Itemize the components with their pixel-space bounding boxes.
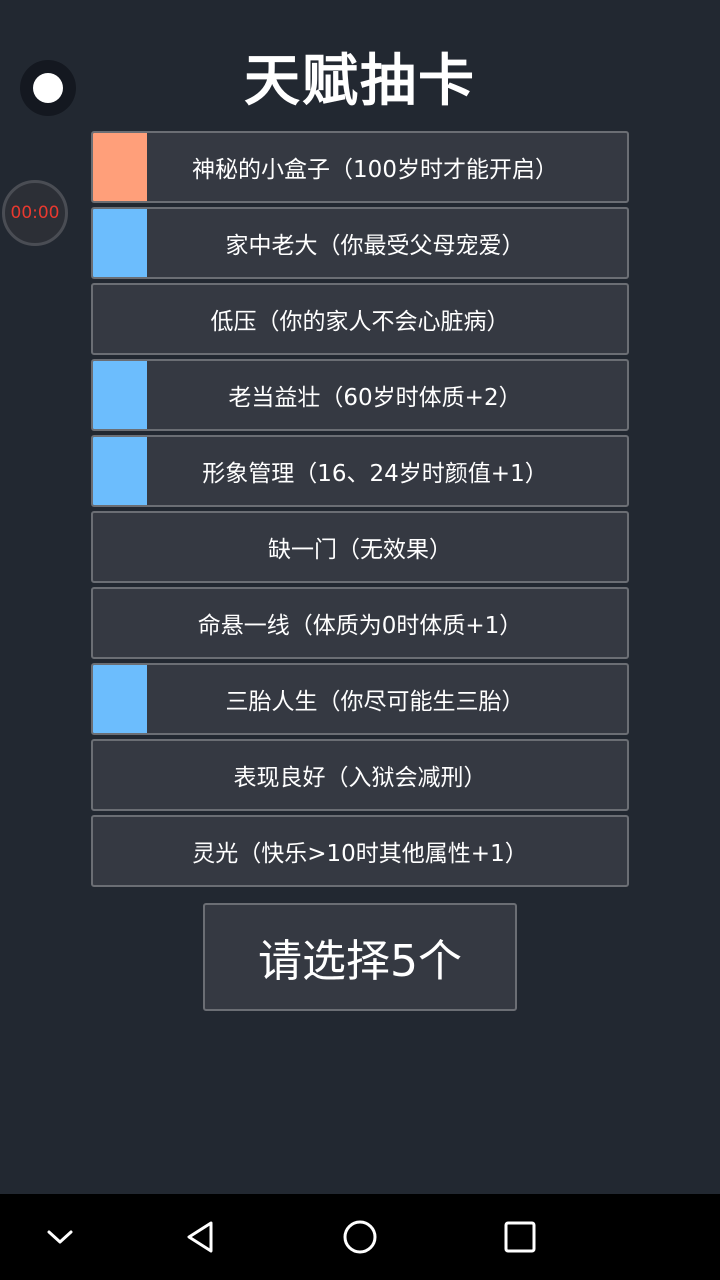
confirm-label: 请选择5个 <box>258 936 462 987</box>
talent-card-label: 形象管理（16、24岁时颜值+1） <box>202 461 548 487</box>
talent-card[interactable]: 家中老大（你最受父母宠爱） <box>91 207 629 279</box>
card-color-marker <box>93 209 147 277</box>
card-color-marker <box>93 437 147 505</box>
card-color-marker <box>93 361 147 429</box>
card-color-marker <box>93 133 147 201</box>
chevron-down-icon[interactable] <box>20 1194 100 1280</box>
page-title: 天赋抽卡 <box>244 49 476 114</box>
talent-card-label: 命悬一线（体质为0时体质+1） <box>197 613 523 639</box>
timer-badge[interactable]: 00:00 <box>2 180 68 246</box>
home-circle-icon[interactable] <box>320 1194 400 1280</box>
talent-card-list: 神秘的小盒子（100岁时才能开启） 家中老大（你最受父母宠爱） 低压（你的家人不… <box>91 131 629 891</box>
talent-card-label: 灵光（快乐>10时其他属性+1） <box>192 841 528 867</box>
talent-card-label: 表现良好（入狱会减刑） <box>233 765 487 791</box>
game-screen: 00:00 天赋抽卡 神秘的小盒子（100岁时才能开启） 家中老大（你最受父母宠… <box>0 0 720 1194</box>
talent-card-label: 缺一门（无效果） <box>268 537 452 563</box>
select-confirm-button[interactable]: 请选择5个 <box>203 903 517 1011</box>
talent-card[interactable]: 灵光（快乐>10时其他属性+1） <box>91 815 629 887</box>
back-triangle-icon[interactable] <box>160 1194 240 1280</box>
talent-card[interactable]: 老当益壮（60岁时体质+2） <box>91 359 629 431</box>
talent-card[interactable]: 表现良好（入狱会减刑） <box>91 739 629 811</box>
talent-card-label: 神秘的小盒子（100岁时才能开启） <box>192 157 558 183</box>
card-color-marker <box>93 665 147 733</box>
talent-card[interactable]: 缺一门（无效果） <box>91 511 629 583</box>
talent-card-label: 三胎人生（你尽可能生三胎） <box>225 689 525 715</box>
system-navigation-bar <box>0 1194 720 1280</box>
talent-card[interactable]: 命悬一线（体质为0时体质+1） <box>91 587 629 659</box>
talent-card[interactable]: 形象管理（16、24岁时颜值+1） <box>91 435 629 507</box>
talent-card-label: 低压（你的家人不会心脏病） <box>210 309 510 335</box>
talent-card-label: 家中老大（你最受父母宠爱） <box>225 233 525 259</box>
timer-text: 00:00 <box>10 203 60 223</box>
talent-card[interactable]: 低压（你的家人不会心脏病） <box>91 283 629 355</box>
recents-square-icon[interactable] <box>480 1194 560 1280</box>
talent-card-label: 老当益壮（60岁时体质+2） <box>228 385 522 411</box>
talent-card[interactable]: 三胎人生（你尽可能生三胎） <box>91 663 629 735</box>
talent-card[interactable]: 神秘的小盒子（100岁时才能开启） <box>91 131 629 203</box>
